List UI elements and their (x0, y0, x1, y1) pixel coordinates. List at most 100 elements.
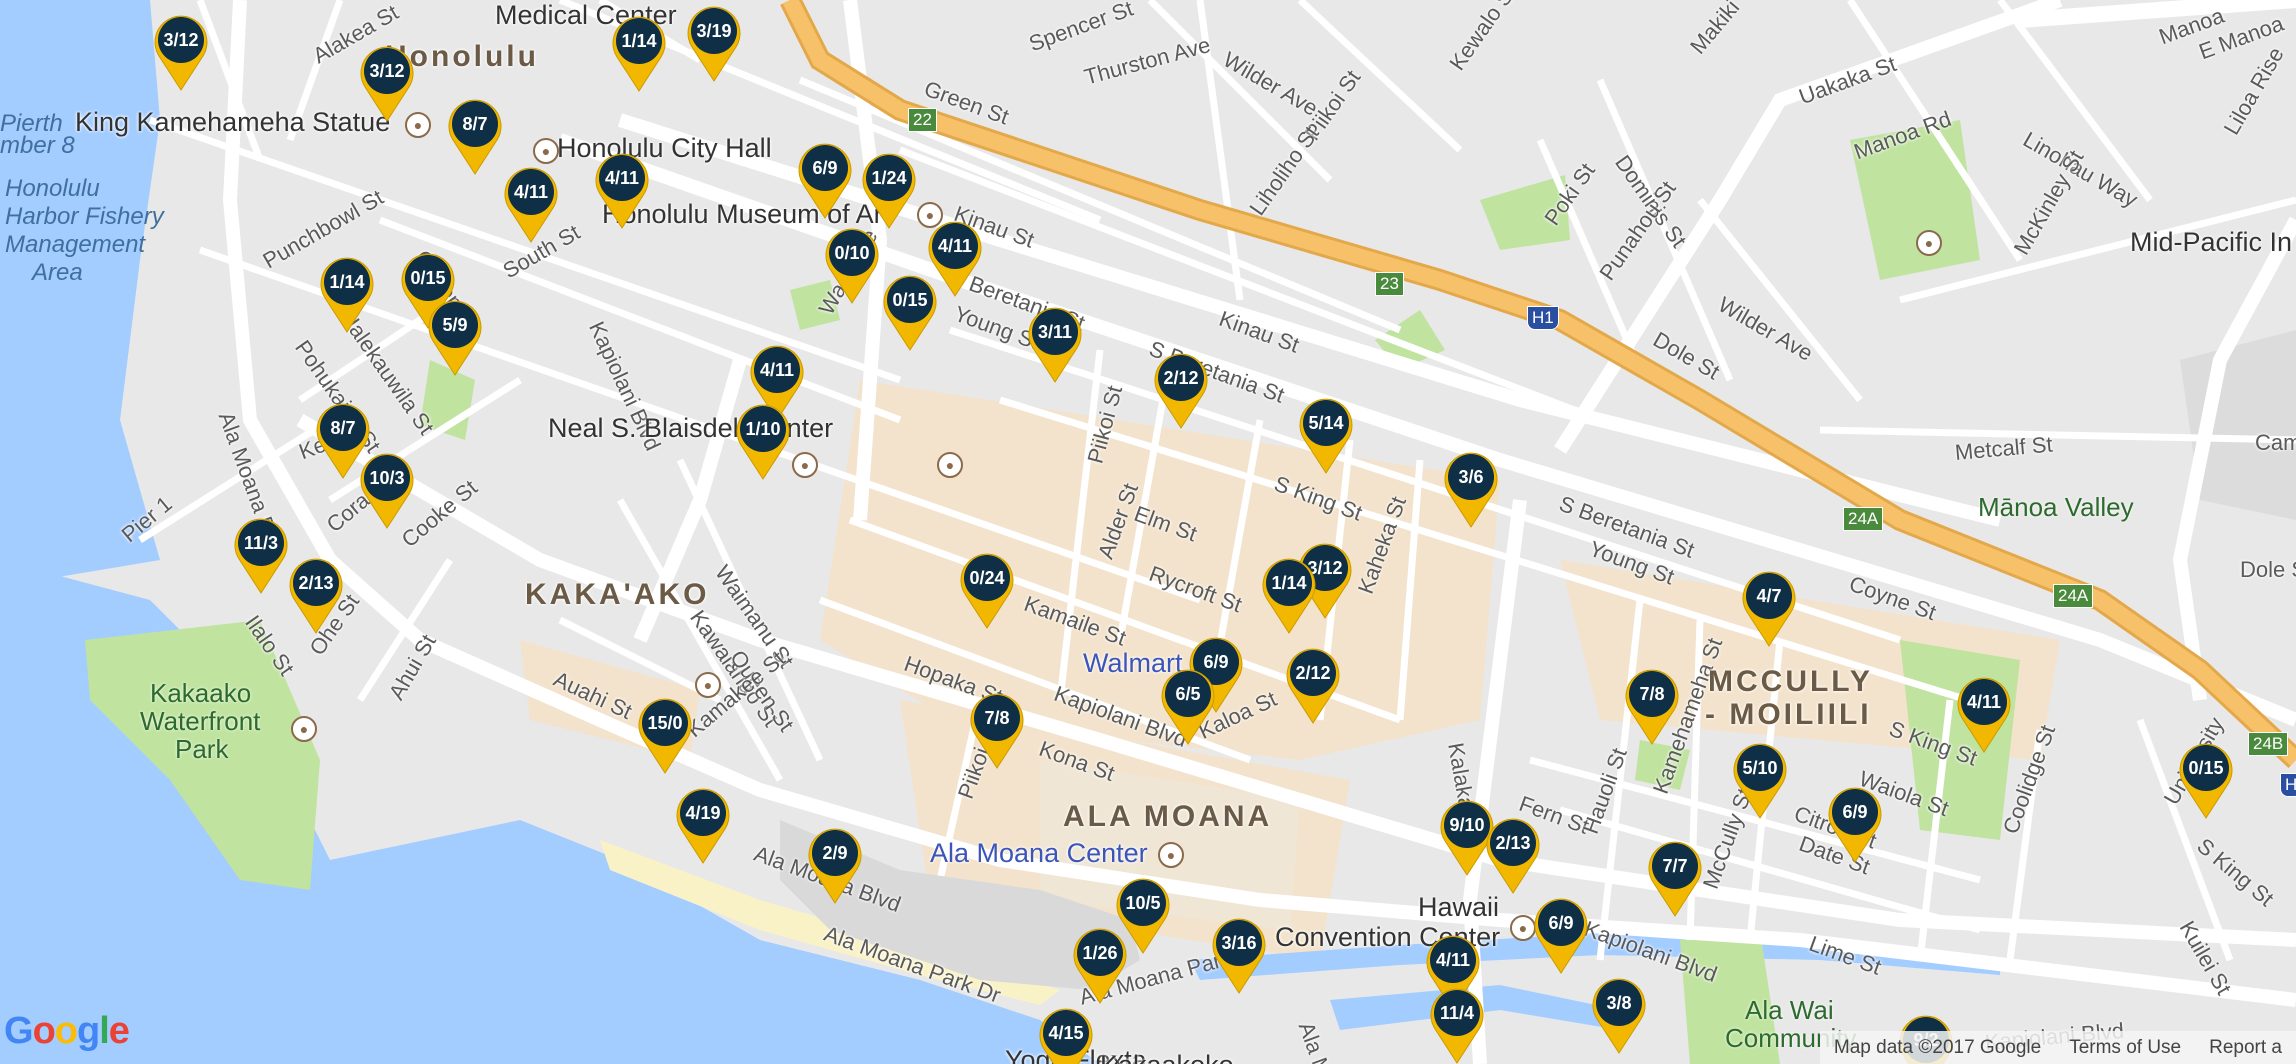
map-pin-icon (1299, 398, 1353, 474)
marker-label: 0/15 (2188, 758, 2224, 778)
route-shield: 22 (908, 108, 937, 132)
map-canvas[interactable]: Alakea St Green St Spencer St Thurston Ave W… (0, 0, 2296, 1064)
listing-marker[interactable]: 1/24 (859, 150, 919, 230)
listing-marker[interactable]: 4/11 (501, 164, 561, 244)
marker-label: 3/12 (163, 30, 199, 50)
listing-marker[interactable]: 1/14 (1259, 555, 1319, 635)
hospital-icon[interactable]: ● (695, 672, 721, 698)
listing-marker[interactable]: 2/13 (286, 555, 346, 635)
listing-marker[interactable]: 4/11 (592, 150, 652, 230)
map-pin-icon (798, 143, 852, 219)
listing-marker[interactable]: 2/12 (1151, 350, 1211, 430)
map-pin-icon (320, 257, 374, 333)
map-pin-icon (1212, 918, 1266, 994)
school-icon[interactable]: ● (937, 452, 963, 478)
marker-label: 1/14 (621, 31, 657, 51)
listing-marker[interactable]: 8/7 (445, 96, 505, 176)
map-pin-icon (1430, 988, 1484, 1064)
report-error-link[interactable]: Report a (2195, 1037, 2296, 1059)
map-pin-icon (883, 275, 937, 351)
listing-marker[interactable]: 7/8 (967, 690, 1027, 770)
listing-marker[interactable]: 3/16 (1209, 915, 1269, 995)
listing-marker[interactable]: 2/13 (1483, 815, 1543, 895)
listing-marker[interactable]: 0/15 (880, 272, 940, 352)
music-venue-icon[interactable]: ● (792, 452, 818, 478)
map-pin-icon (448, 99, 502, 175)
listing-marker[interactable]: 2/9 (805, 825, 865, 905)
marker-label: 7/8 (984, 708, 1010, 728)
route-shield: H (2280, 773, 2296, 797)
marker-label: 2/9 (822, 843, 848, 863)
google-logo: Google (4, 1010, 130, 1052)
map-pin-icon (1161, 669, 1215, 745)
place-label: Campu (2255, 430, 2296, 455)
marker-label: 4/11 (937, 236, 973, 256)
listing-marker[interactable]: 4/15 (1036, 1005, 1096, 1064)
place-label: Dole St (2240, 557, 2296, 582)
listing-marker[interactable]: 4/11 (1954, 674, 2014, 754)
marker-label: 4/19 (685, 803, 721, 823)
listing-marker[interactable]: 5/14 (1296, 395, 1356, 475)
place-label: KAKA'AKO (525, 578, 710, 611)
listing-marker[interactable]: 6/9 (795, 140, 855, 220)
listing-marker[interactable]: 6/9 (1531, 895, 1591, 975)
marker-label: 3/12 (369, 61, 405, 81)
listing-marker[interactable]: 1/14 (609, 13, 669, 93)
marker-label: 6/9 (1548, 913, 1574, 933)
shopping-icon[interactable]: ● (1158, 842, 1184, 868)
listing-marker[interactable]: 11/4 (1427, 985, 1487, 1064)
marker-label: 11/4 (1439, 1003, 1475, 1023)
listing-marker[interactable]: 11/3 (231, 515, 291, 595)
school-icon[interactable]: ● (1916, 230, 1942, 256)
city-hall-icon[interactable]: ● (533, 138, 559, 164)
listing-marker[interactable]: 4/19 (673, 785, 733, 865)
marker-label: 6/9 (812, 158, 838, 178)
listing-marker[interactable]: 7/8 (1622, 666, 1682, 746)
listing-marker[interactable]: 4/7 (1739, 568, 1799, 648)
marker-label: 6/5 (1175, 684, 1201, 704)
map-pin-icon (1592, 978, 1646, 1054)
listing-marker[interactable]: 5/9 (425, 297, 485, 377)
map-pin-icon (1286, 648, 1340, 724)
listing-marker[interactable]: 6/5 (1158, 666, 1218, 746)
listing-marker[interactable]: 0/15 (2176, 740, 2236, 820)
marker-label: 0/15 (892, 290, 928, 310)
listing-marker[interactable]: 3/12 (357, 43, 417, 123)
place-label: King Kamehameha Statue (75, 107, 391, 137)
listing-marker[interactable]: 5/10 (1730, 740, 1790, 820)
listing-marker[interactable]: 15/0 (635, 695, 695, 775)
listing-marker[interactable]: 6/9 (1825, 784, 1885, 864)
listing-marker[interactable]: 3/11 (1025, 304, 1085, 384)
marker-label: 4/11 (1966, 692, 2002, 712)
map-pin-icon (289, 558, 343, 634)
park-facility-icon[interactable]: ● (291, 716, 317, 742)
map-pin-icon (234, 518, 288, 594)
listing-marker[interactable]: 1/14 (317, 254, 377, 334)
listing-marker[interactable]: 3/8 (1589, 975, 1649, 1055)
map-pin-icon (1154, 353, 1208, 429)
marker-label: 6/9 (1842, 802, 1868, 822)
place-label: Ala Moana Center (930, 838, 1148, 868)
listing-marker[interactable]: 1/26 (1070, 925, 1130, 1005)
map-pin-icon (360, 453, 414, 529)
listing-marker[interactable]: 2/12 (1283, 645, 1343, 725)
listing-marker[interactable]: 3/12 (151, 12, 211, 92)
terms-of-use-link[interactable]: Terms of Use (2055, 1037, 2195, 1059)
map-pin-icon (676, 788, 730, 864)
listing-marker[interactable]: 1/10 (733, 401, 793, 481)
map-pin-icon (1733, 743, 1787, 819)
listing-marker[interactable]: 3/6 (1441, 449, 1501, 529)
listing-marker[interactable]: 3/19 (684, 3, 744, 83)
map-pin-icon (1957, 677, 2011, 753)
map-pin-icon (1742, 571, 1796, 647)
map-pin-icon (1828, 787, 1882, 863)
marker-label: 7/8 (1639, 684, 1665, 704)
marker-label: 4/7 (1756, 586, 1782, 606)
map-pin-icon (736, 404, 790, 480)
listing-marker[interactable]: 7/7 (1645, 838, 1705, 918)
map-pin-icon (960, 553, 1014, 629)
listing-marker[interactable]: 0/10 (822, 225, 882, 305)
place-label: Hawaii (1418, 892, 1500, 922)
listing-marker[interactable]: 10/3 (357, 450, 417, 530)
listing-marker[interactable]: 0/24 (957, 550, 1017, 630)
